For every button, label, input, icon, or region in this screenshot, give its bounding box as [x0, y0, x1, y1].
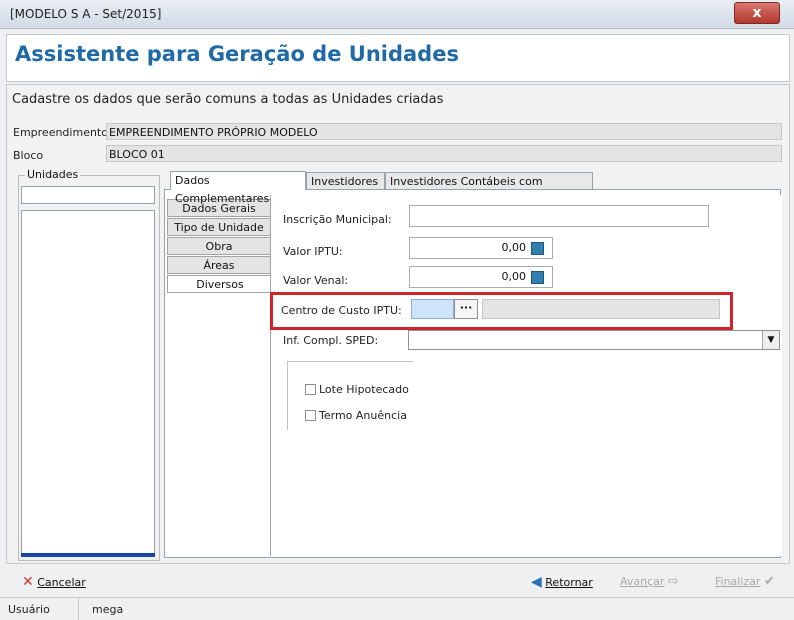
termo-anuencia-checkbox[interactable] [305, 410, 316, 421]
arrow-right-icon: ⇨ [667, 574, 679, 589]
cancel-button[interactable]: ✕ Cancelar [22, 574, 86, 590]
bloco-label: Bloco [13, 149, 44, 162]
empreendimento-label: Empreendimento: [13, 126, 112, 139]
next-button[interactable]: Avançar ⇨ [620, 574, 679, 589]
calculator-icon[interactable] [531, 271, 544, 284]
sped-label: Inf. Compl. SPED: [283, 334, 379, 347]
arrow-left-icon: ◀ [531, 574, 542, 590]
lote-hipotecado-label: Lote Hipotecado [319, 383, 409, 396]
inscricao-input[interactable] [409, 205, 709, 227]
termo-anuencia-label: Termo Anuência [319, 409, 407, 422]
cancel-x-icon: ✕ [22, 574, 34, 590]
sped-select-value [409, 331, 412, 344]
sped-select[interactable]: ▼ [408, 330, 780, 350]
tab-investidores[interactable]: Investidores [306, 172, 385, 190]
tab-investidores-contabeis[interactable]: Investidores Contábeis com Vigência [385, 172, 593, 206]
finish-button[interactable]: Finalizar ✔ [715, 574, 775, 589]
tab-dados-complementares[interactable]: Dados Complementares [170, 171, 306, 205]
venal-label: Valor Venal: [283, 274, 349, 287]
next-label: Avançar [620, 575, 665, 588]
status-separator [78, 598, 79, 620]
lote-hipotecado-checkbox[interactable] [305, 384, 316, 395]
finish-label: Finalizar [715, 575, 761, 588]
back-label: Retornar [545, 576, 593, 589]
units-group-title: Unidades [25, 168, 81, 181]
chevron-down-icon[interactable]: ▼ [762, 331, 779, 349]
close-button[interactable]: x [734, 2, 780, 24]
iptu-label: Valor IPTU: [283, 245, 343, 258]
subtab-areas[interactable]: Áreas [167, 256, 271, 274]
subtab-tipo-unidade[interactable]: Tipo de Unidade [167, 218, 271, 236]
status-user-value: mega [92, 603, 124, 616]
back-button[interactable]: ◀ Retornar [531, 574, 593, 590]
units-progress-bar [21, 553, 155, 557]
window-titlebar: [MODELO S A - Set/2015] x [0, 0, 794, 29]
bloco-field: BLOCO 01 [106, 145, 782, 162]
window-title: [MODELO S A - Set/2015] [10, 7, 162, 21]
subtab-diversos[interactable]: Diversos [167, 275, 272, 293]
subtab-obra[interactable]: Obra [167, 237, 271, 255]
wizard-title: Assistente para Geração de Unidades [15, 42, 459, 66]
highlight-box [270, 292, 733, 330]
checkmark-icon: ✔ [763, 574, 775, 589]
calculator-icon[interactable] [531, 242, 544, 255]
units-list[interactable] [21, 210, 155, 555]
status-bar: Usuário mega [0, 597, 794, 620]
inscricao-label: Inscrição Municipal: [283, 213, 392, 226]
cancel-label: Cancelar [37, 576, 86, 589]
empreendimento-field: EMPREENDIMENTO PRÓPRIO MODELO [106, 123, 782, 140]
units-search-input[interactable] [21, 186, 155, 204]
instructions-text: Cadastre os dados que serão comuns a tod… [12, 92, 444, 107]
wizard-header: Assistente para Geração de Unidades [6, 34, 790, 82]
status-user-label: Usuário [8, 603, 50, 616]
